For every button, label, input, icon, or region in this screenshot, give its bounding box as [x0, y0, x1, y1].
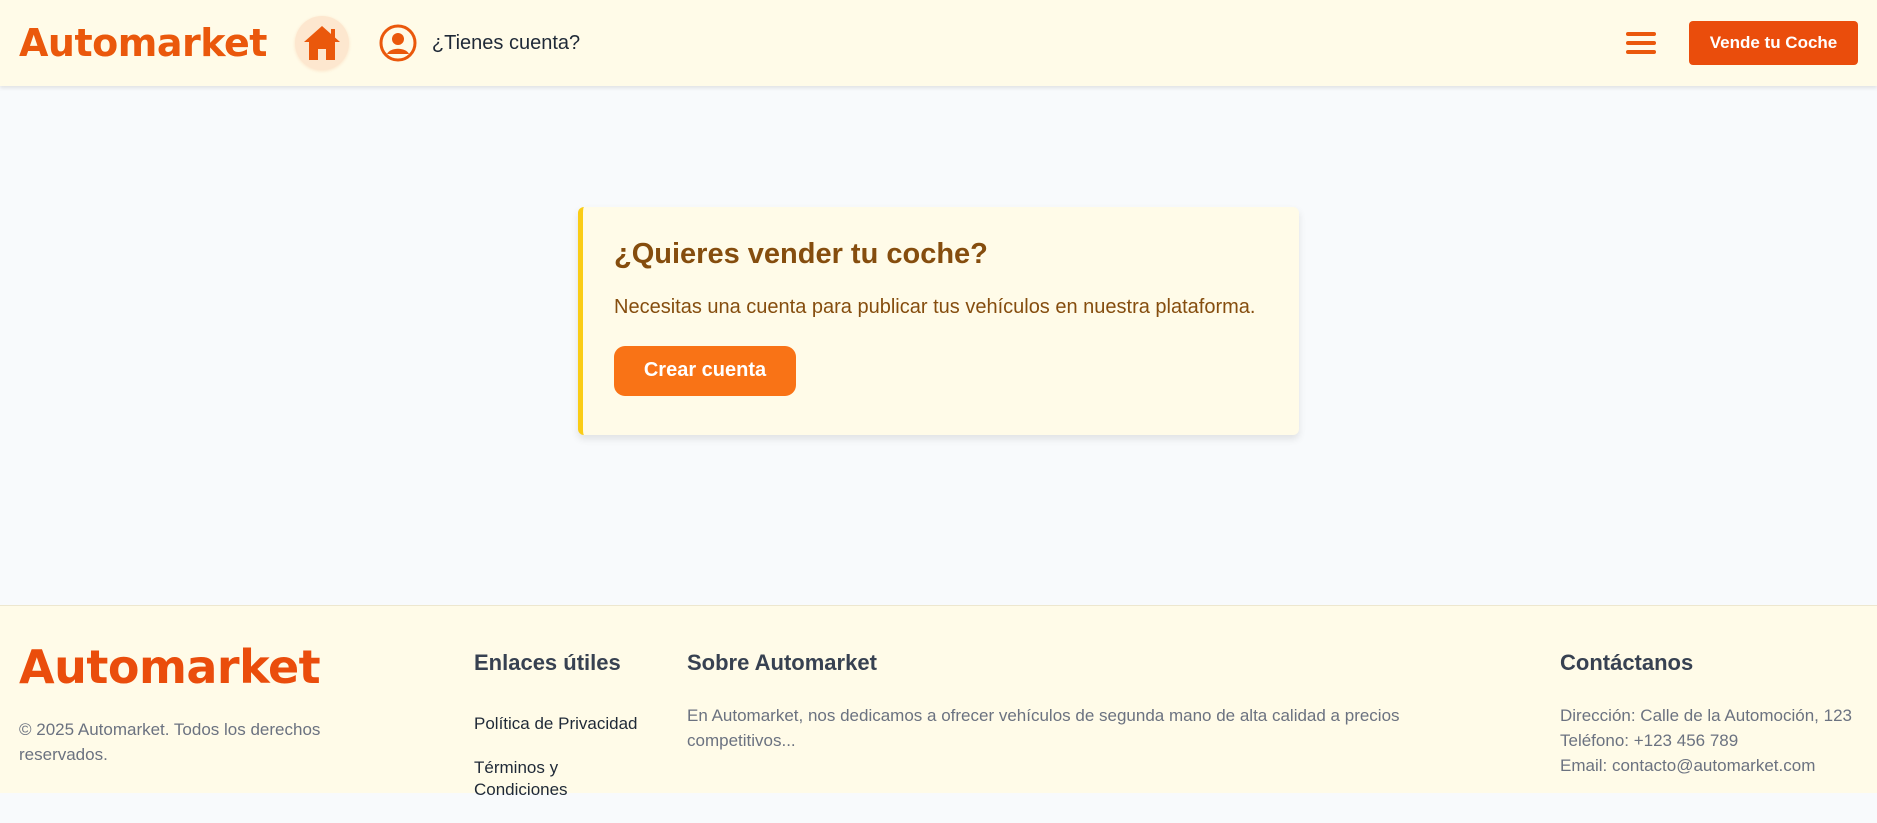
footer-link-privacy[interactable]: Política de Privacidad	[474, 713, 654, 735]
home-icon	[303, 26, 340, 60]
menu-button[interactable]	[1623, 25, 1659, 61]
hamburger-menu-icon	[1626, 32, 1656, 54]
footer-copyright: © 2025 Automarket. Todos los derechos re…	[19, 720, 321, 764]
site-footer: Automarket © 2025 Automarket. Todos los …	[0, 605, 1877, 799]
card-text: Necesitas una cuenta para publicar tus v…	[614, 295, 1256, 318]
footer-address: Dirección: Calle de la Automoción, 123	[1560, 706, 1852, 725]
footer-links-title: Enlaces útiles	[474, 650, 621, 675]
top-navbar: Automarket ¿Tienes cuenta? Vende tu Coch…	[0, 0, 1877, 86]
footer-links-list: Política de Privacidad Términos y Condic…	[474, 713, 654, 823]
footer-link-terms[interactable]: Términos y Condiciones	[474, 757, 654, 801]
footer-about-text: En Automarket, nos dedicamos a ofrecer v…	[687, 706, 1400, 750]
footer-phone: Teléfono: +123 456 789	[1560, 731, 1739, 750]
footer-brand-logo: Automarket	[19, 640, 321, 694]
sell-prompt-card: ¿Quieres vender tu coche? Necesitas una …	[578, 207, 1299, 435]
footer-about-title: Sobre Automarket	[687, 650, 877, 675]
user-circle-icon[interactable]	[379, 23, 419, 63]
brand-logo[interactable]: Automarket	[19, 24, 267, 62]
sell-car-button[interactable]: Vende tu Coche	[1689, 21, 1858, 65]
account-link[interactable]: ¿Tienes cuenta?	[432, 32, 580, 55]
card-title: ¿Quieres vender tu coche?	[614, 238, 988, 270]
footer-contact-info: Dirección: Calle de la Automoción, 123 T…	[1560, 703, 1860, 778]
home-button[interactable]	[294, 16, 349, 70]
create-account-button[interactable]: Crear cuenta	[614, 345, 796, 396]
footer-email[interactable]: Email: contacto@automarket.com	[1560, 753, 1860, 778]
footer-contact-title: Contáctanos	[1560, 650, 1694, 675]
